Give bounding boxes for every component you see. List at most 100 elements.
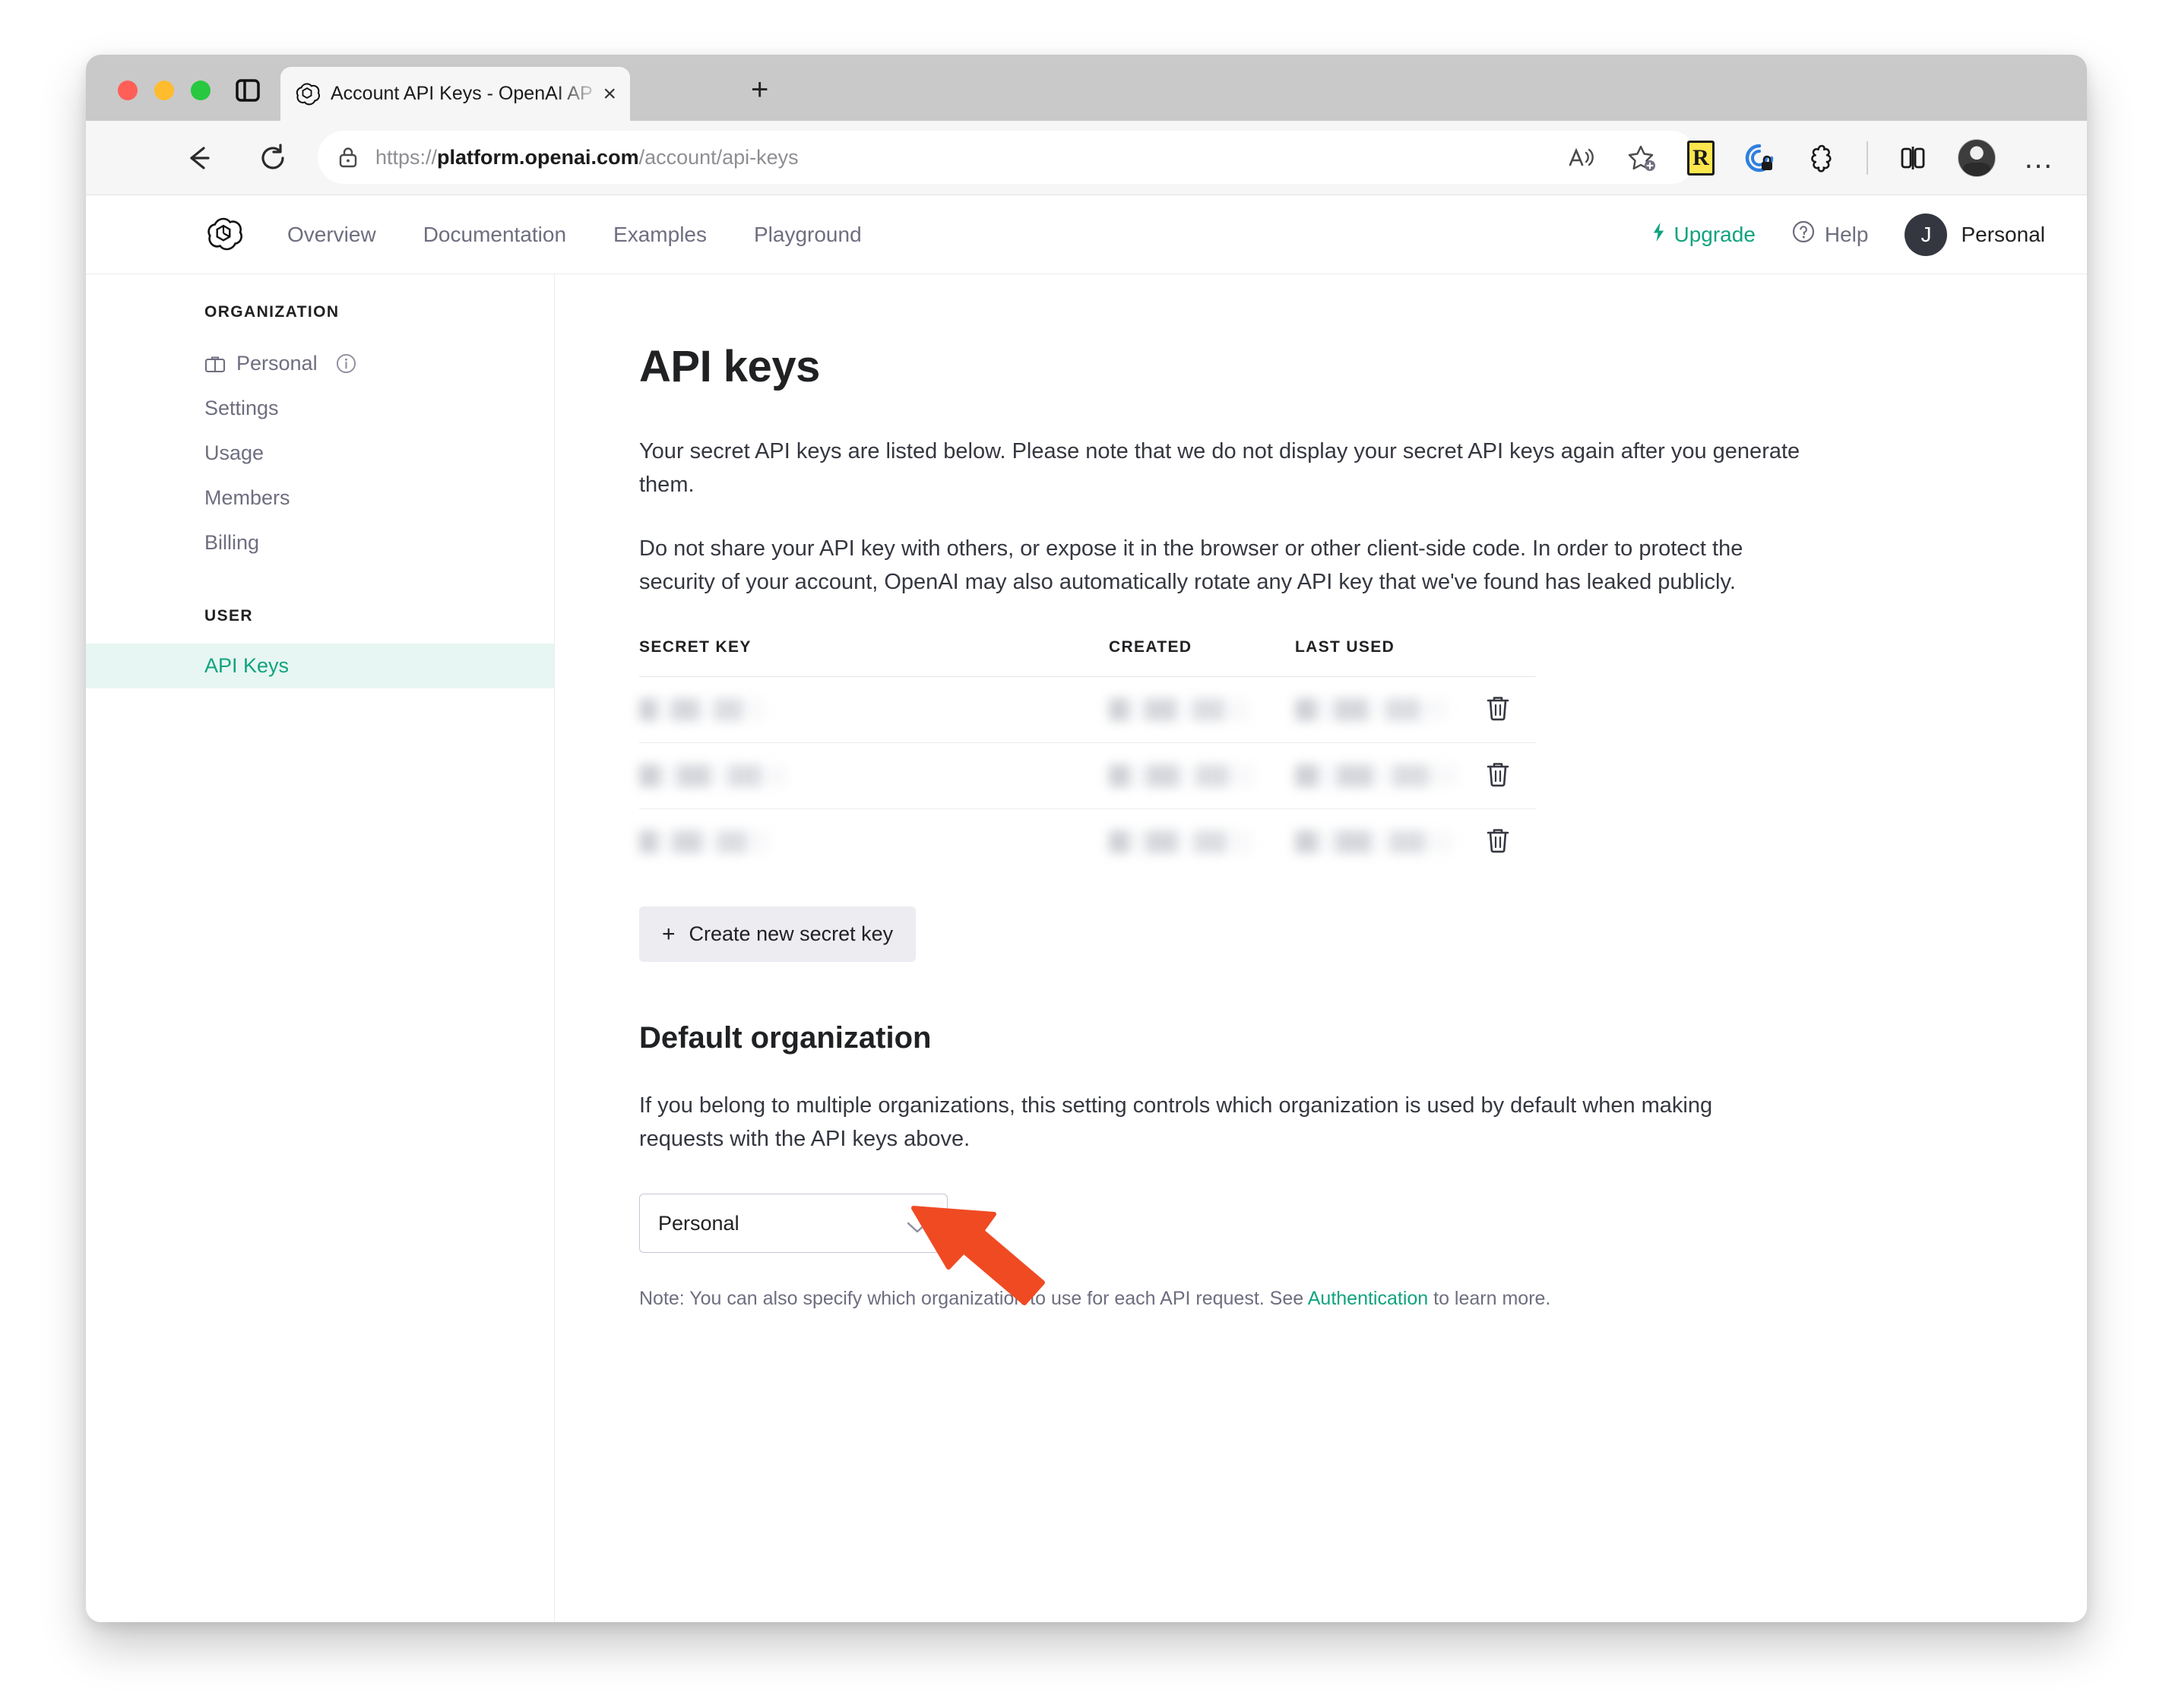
cell-last-used-redacted	[1295, 698, 1485, 722]
trash-icon	[1485, 763, 1511, 792]
sidebar-item-usage[interactable]: Usage	[86, 431, 554, 476]
new-tab-button[interactable]: +	[751, 74, 768, 105]
sidebar-item-label: Members	[204, 486, 290, 509]
api-keys-table: SECRET KEY CREATED LAST USED	[639, 638, 1536, 875]
site-nav-links: Overview Documentation Examples Playgrou…	[287, 195, 862, 274]
default-organization-description: If you belong to multiple organizations,…	[639, 1093, 1713, 1152]
intro-paragraph-2: Do not share your API key with others, o…	[639, 536, 1743, 595]
sidebar-item-label: Billing	[204, 531, 260, 554]
toolbar-icon-group: R …	[1563, 139, 2055, 177]
column-header-secret-key: SECRET KEY	[639, 638, 752, 656]
address-bar[interactable]: https://platform.openai.com/account/api-…	[318, 131, 1697, 184]
sidebar-item-label: API Keys	[204, 654, 290, 677]
cell-last-used-redacted	[1295, 830, 1485, 854]
table-header-row: SECRET KEY CREATED LAST USED	[639, 638, 1536, 678]
sidebar-toggle-icon[interactable]	[236, 79, 260, 102]
account-menu[interactable]: J Personal	[1905, 213, 2045, 256]
column-header-created: CREATED	[1109, 638, 1192, 656]
column-header-actions	[1485, 638, 1536, 656]
note-suffix: to learn more.	[1428, 1288, 1551, 1310]
split-screen-icon[interactable]	[1895, 141, 1930, 176]
plus-icon: +	[662, 921, 676, 947]
sidebar-item-label: Settings	[204, 397, 279, 419]
avatar: J	[1905, 213, 1948, 256]
note-prefix: Note: You can also specify which organiz…	[639, 1288, 1308, 1310]
table-row	[639, 677, 1536, 744]
window-controls	[118, 81, 211, 100]
account-name: Personal	[1961, 222, 2045, 246]
close-window-button[interactable]	[118, 81, 138, 100]
cell-secret-key-redacted	[639, 764, 1109, 788]
sidebar: ORGANIZATION Personal Settings Usage Mem…	[86, 274, 555, 1622]
toolbar-divider	[1867, 141, 1868, 175]
maximize-window-button[interactable]	[191, 81, 211, 100]
authentication-link[interactable]: Authentication	[1308, 1288, 1428, 1309]
read-aloud-icon[interactable]	[1563, 141, 1597, 176]
url-path: /account/api-keys	[638, 145, 799, 169]
site-navbar: Overview Documentation Examples Playgrou…	[86, 195, 2087, 274]
browser-toolbar: https://platform.openai.com/account/api-…	[86, 121, 2087, 195]
nav-link-examples[interactable]: Examples	[613, 223, 707, 247]
browser-tab-strip: Account API Keys - OpenAI AP × +	[86, 55, 2087, 121]
sidebar-heading-organization: ORGANIZATION	[204, 303, 340, 321]
sidebar-item-api-keys[interactable]: API Keys	[86, 644, 554, 688]
table-row	[639, 743, 1536, 810]
nav-link-documentation[interactable]: Documentation	[423, 223, 566, 247]
extension-r-badge[interactable]: R	[1687, 141, 1715, 176]
reload-icon[interactable]	[257, 142, 289, 174]
delete-key-button[interactable]	[1485, 760, 1536, 792]
help-label: Help	[1824, 222, 1869, 246]
url-host: platform.openai.com	[437, 145, 639, 169]
main-content: API keys Your secret API keys are listed…	[556, 274, 2087, 1622]
intro-paragraph-1: Your secret API keys are listed below. P…	[639, 439, 1800, 498]
browser-tab[interactable]: Account API Keys - OpenAI AP ×	[280, 67, 630, 121]
lightning-bolt-icon	[1651, 222, 1666, 248]
delete-key-button[interactable]	[1485, 826, 1536, 859]
site-nav-actions: Upgrade Help J Personal	[1651, 195, 2045, 274]
sidebar-item-settings[interactable]: Settings	[86, 386, 554, 431]
nav-link-playground[interactable]: Playground	[754, 223, 862, 247]
cell-created-redacted	[1109, 698, 1295, 722]
sidebar-item-members[interactable]: Members	[86, 476, 554, 520]
create-new-secret-key-button[interactable]: + Create new secret key	[639, 906, 917, 963]
info-circle-icon[interactable]	[336, 353, 356, 374]
page-viewport: Overview Documentation Examples Playgrou…	[86, 195, 2087, 1622]
chevron-down-icon	[906, 1216, 929, 1233]
table-row	[639, 809, 1536, 875]
openai-logo-icon[interactable]	[204, 215, 243, 255]
delete-key-button[interactable]	[1485, 694, 1536, 726]
cell-created-redacted	[1109, 764, 1295, 788]
address-bar-url: https://platform.openai.com/account/api-…	[375, 146, 799, 169]
sidebar-item-label: Personal	[236, 352, 318, 375]
trash-icon	[1485, 829, 1511, 858]
browser-settings-menu[interactable]: …	[2023, 143, 2055, 173]
sidebar-item-personal[interactable]: Personal	[86, 341, 554, 386]
cell-last-used-redacted	[1295, 764, 1485, 788]
question-circle-icon	[1792, 220, 1815, 248]
privacy-lock-icon[interactable]	[1742, 141, 1777, 176]
back-arrow-icon[interactable]	[183, 142, 215, 174]
page-body: ORGANIZATION Personal Settings Usage Mem…	[86, 274, 2087, 1622]
help-button[interactable]: Help	[1792, 220, 1869, 248]
upgrade-button[interactable]: Upgrade	[1651, 222, 1756, 248]
browser-tab-title: Account API Keys - OpenAI AP	[331, 83, 593, 104]
extensions-puzzle-icon[interactable]	[1804, 141, 1839, 176]
minimize-window-button[interactable]	[154, 81, 174, 100]
default-organization-selected-value: Personal	[658, 1211, 739, 1235]
default-organization-note: Note: You can also specify which organiz…	[639, 1288, 2087, 1310]
default-organization-select[interactable]: Personal	[639, 1194, 948, 1254]
favorites-add-icon[interactable]	[1625, 141, 1660, 176]
sidebar-heading-user: USER	[204, 607, 253, 625]
profile-avatar[interactable]	[1958, 139, 1996, 177]
cell-created-redacted	[1109, 830, 1295, 854]
browser-window: Account API Keys - OpenAI AP × + https:/…	[86, 55, 2087, 1622]
create-new-secret-key-label: Create new secret key	[689, 922, 894, 946]
sidebar-item-label: Usage	[204, 441, 264, 464]
lock-icon	[337, 146, 359, 169]
trash-icon	[1485, 697, 1511, 726]
nav-link-overview[interactable]: Overview	[287, 223, 376, 247]
briefcase-icon	[204, 354, 226, 374]
close-tab-button[interactable]: ×	[603, 82, 616, 106]
cell-secret-key-redacted	[639, 698, 1109, 722]
sidebar-item-billing[interactable]: Billing	[86, 520, 554, 565]
